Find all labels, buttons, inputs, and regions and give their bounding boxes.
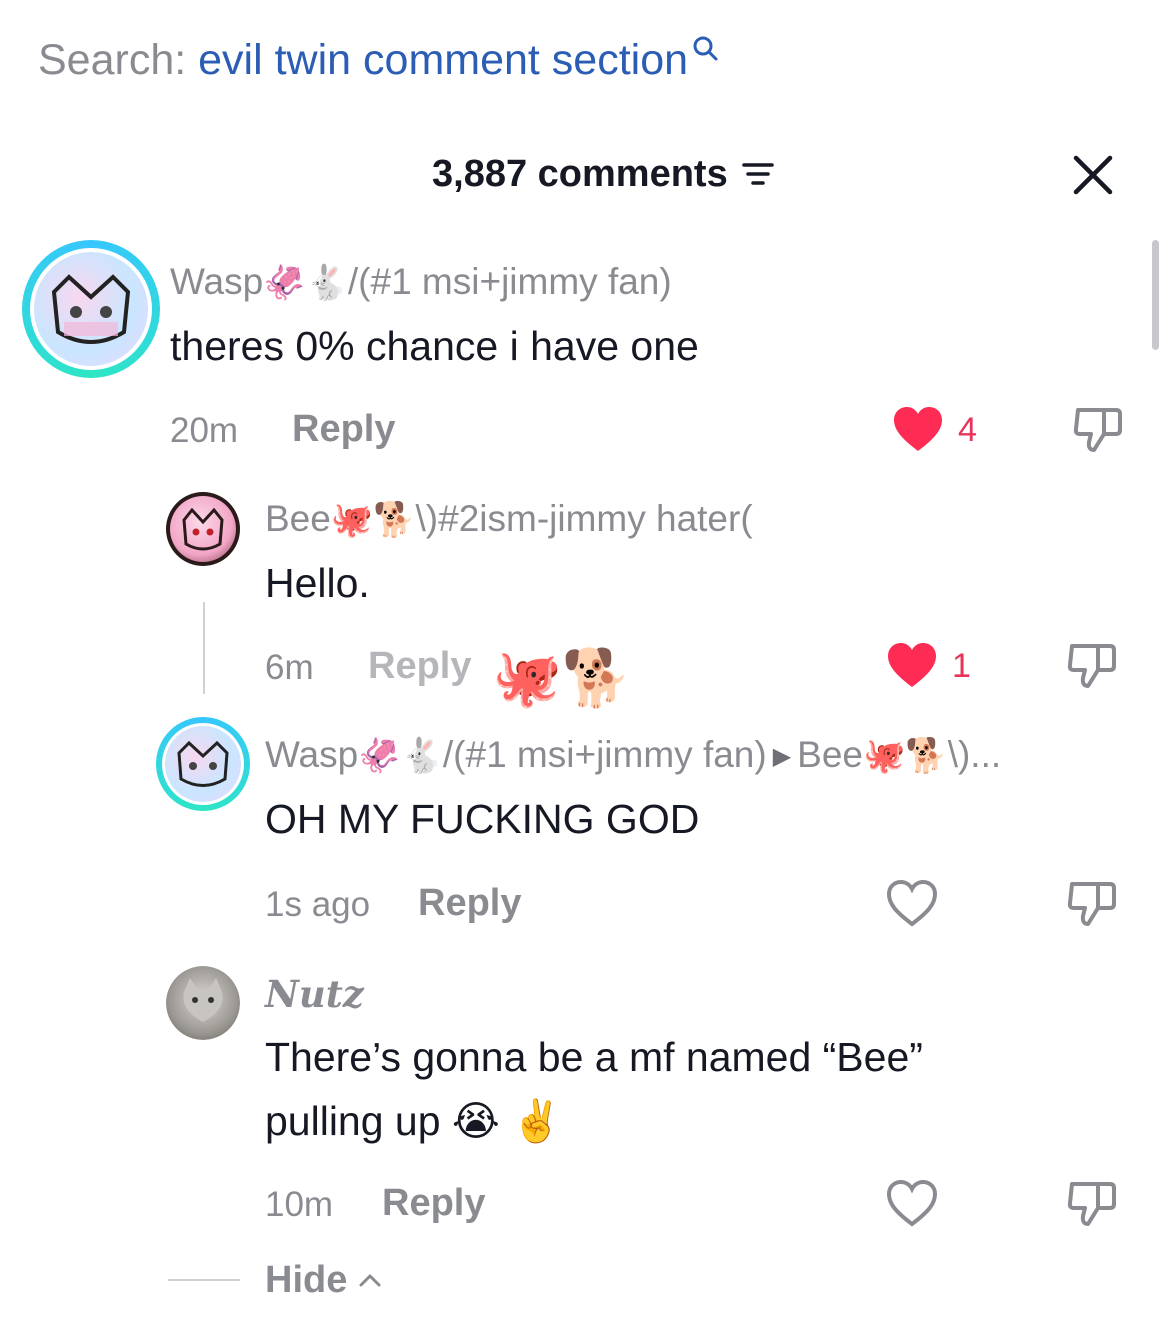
username-suffix: /(#1 msi+jimmy fan) [442,734,767,775]
username-emojis: 🐙🐕 [330,501,416,539]
dislike-icon[interactable] [1064,878,1120,930]
thread-line [203,602,205,694]
dislike-icon[interactable] [1064,640,1120,692]
comment-text: theres 0% chance i have one [170,323,699,369]
comment-time: 10m [265,1185,334,1224]
dislike-icon[interactable] [1064,1178,1120,1230]
username-emojis: 🦑🐇 [263,264,348,302]
like-button[interactable] [886,880,938,928]
username-text: Wasp [265,734,359,775]
reply-to-suffix: \)... [947,734,1002,775]
comment-text-line1: There’s gonna be a mf named “Bee” [265,1034,923,1080]
comment-text: Hello. [265,560,370,606]
like-button[interactable] [886,1180,938,1228]
hide-label: Hide [265,1259,348,1301]
avatar[interactable] [166,492,240,566]
username-suffix: \)#2ism-jimmy hater( [415,498,753,539]
emoji-sticker: 🐙🐕 [492,646,632,709]
reply-button[interactable]: Reply [368,644,471,688]
like-count: 4 [958,411,977,449]
username-suffix: /(#1 msi+jimmy fan) [347,261,672,302]
heart-icon [888,643,936,687]
heart-outline-icon [886,1180,938,1227]
comment-count-wrap[interactable]: 3,887 comments [432,148,778,200]
search-query[interactable]: evil twin comment section [198,36,688,84]
comment-time: 1s ago [265,885,371,924]
comment-time: 6m [265,648,314,687]
search-icon[interactable] [690,34,720,64]
heart-outline-icon [886,880,938,927]
comment-username[interactable]: Wasp🦑🐇/(#1 msi+jimmy fan) [170,260,672,305]
username-text: Wasp [170,261,264,302]
comment-text-line2: pulling up 😭 ✌️ [265,1098,563,1144]
reply-arrow-icon: ▶ [772,743,792,771]
dislike-icon[interactable] [1070,404,1126,456]
heart-icon [894,407,942,451]
avatar[interactable] [22,240,160,378]
comment-count: 3,887 comments [432,153,728,195]
hide-divider [168,1279,240,1281]
scrollbar[interactable] [1152,240,1159,350]
hide-replies-button[interactable]: Hide [265,1258,383,1302]
avatar[interactable] [166,966,240,1040]
like-button[interactable]: 1 [886,642,971,690]
reply-button[interactable]: Reply [292,407,395,451]
comment-text: OH MY FUCKING GOD [265,796,700,842]
comments-header: 3,887 comments [0,148,1170,204]
search-prefix: Search: [38,36,199,84]
username-emojis: 🦑🐇 [358,737,443,775]
avatar[interactable] [156,717,250,811]
close-icon[interactable] [1070,152,1116,198]
username-text: Bee [265,498,331,539]
comment-username[interactable]: Wasp🦑🐇/(#1 msi+jimmy fan) ▶ Bee🐙🐕\)... [265,733,1001,779]
reply-to-emojis: 🐙🐕 [863,737,948,775]
comment-time: 20m [170,411,239,450]
filter-icon[interactable] [738,157,778,191]
comment-username[interactable]: Nutz [265,972,364,1016]
search-bar[interactable]: Search: evil twin comment section [38,34,720,86]
like-count: 1 [952,647,971,685]
chevron-up-icon [359,1274,381,1287]
reply-to-name[interactable]: Bee [797,734,863,775]
like-button[interactable]: 4 [892,406,977,454]
reply-button[interactable]: Reply [382,1181,485,1225]
reply-button[interactable]: Reply [418,881,521,925]
comment-username[interactable]: Bee🐙🐕\)#2ism-jimmy hater( [265,497,753,542]
